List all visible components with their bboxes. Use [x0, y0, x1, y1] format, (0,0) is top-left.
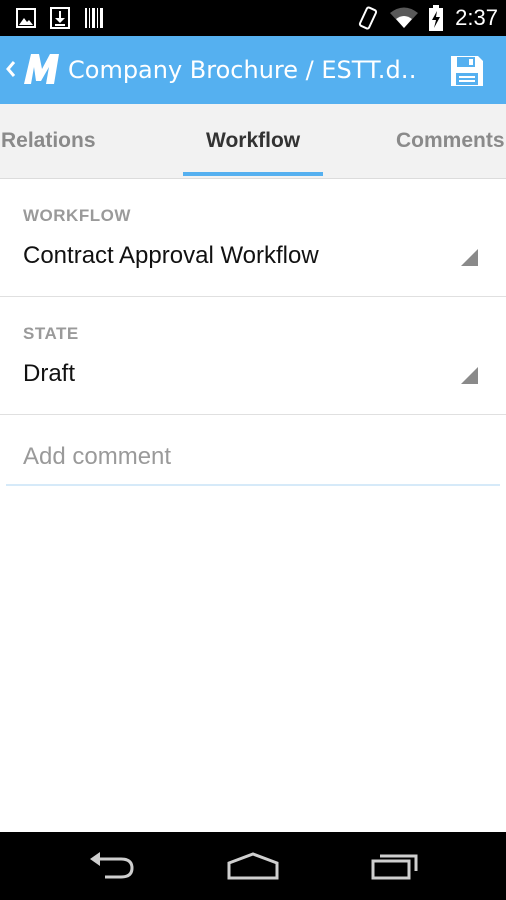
barcode-icon — [85, 8, 103, 28]
tab-bar: Relations Workflow Comments — [0, 104, 506, 179]
wifi-icon — [390, 7, 419, 28]
spinner-triangle-icon — [461, 249, 478, 266]
save-button[interactable] — [444, 49, 490, 93]
clock: 2:37 — [455, 5, 498, 30]
home-button[interactable] — [213, 846, 293, 886]
comment-input[interactable] — [6, 430, 500, 486]
page-title: Company Brochure / ESTT.d… — [68, 56, 418, 84]
save-icon — [451, 56, 483, 86]
back-nav-button[interactable] — [72, 846, 152, 886]
state-dropdown[interactable]: Draft — [0, 351, 506, 401]
image-icon — [16, 8, 36, 28]
back-icon[interactable] — [4, 58, 18, 80]
tab-workflow[interactable]: Workflow — [206, 104, 300, 178]
navigation-bar — [0, 832, 506, 900]
system-icons: 2:37 — [357, 3, 498, 33]
rotate-icon — [359, 6, 378, 30]
app-bar: Company Brochure / ESTT.d… — [0, 36, 506, 104]
recent-apps-button[interactable] — [355, 846, 435, 886]
tab-relations[interactable]: Relations — [1, 104, 96, 178]
recent-apps-icon — [371, 854, 418, 880]
logo-icon[interactable] — [22, 51, 62, 87]
tab-indicator — [183, 172, 323, 176]
workflow-dropdown[interactable]: Contract Approval Workflow — [0, 233, 506, 283]
status-bar: 2:37 — [0, 0, 506, 36]
workflow-value: Contract Approval Workflow — [23, 242, 319, 269]
state-value: Draft — [23, 360, 76, 387]
workflow-label: WORKFLOW — [23, 206, 131, 225]
download-icon — [50, 7, 70, 29]
workflow-field: WORKFLOW Contract Approval Workflow — [0, 178, 506, 297]
home-icon — [227, 852, 279, 880]
state-field: STATE Draft — [0, 296, 506, 415]
spinner-triangle-icon — [461, 367, 478, 384]
tab-comments[interactable]: Comments — [396, 104, 505, 178]
back-nav-icon — [90, 852, 134, 879]
notification-icons — [16, 7, 104, 29]
state-label: STATE — [23, 324, 79, 343]
battery-icon — [429, 5, 444, 31]
